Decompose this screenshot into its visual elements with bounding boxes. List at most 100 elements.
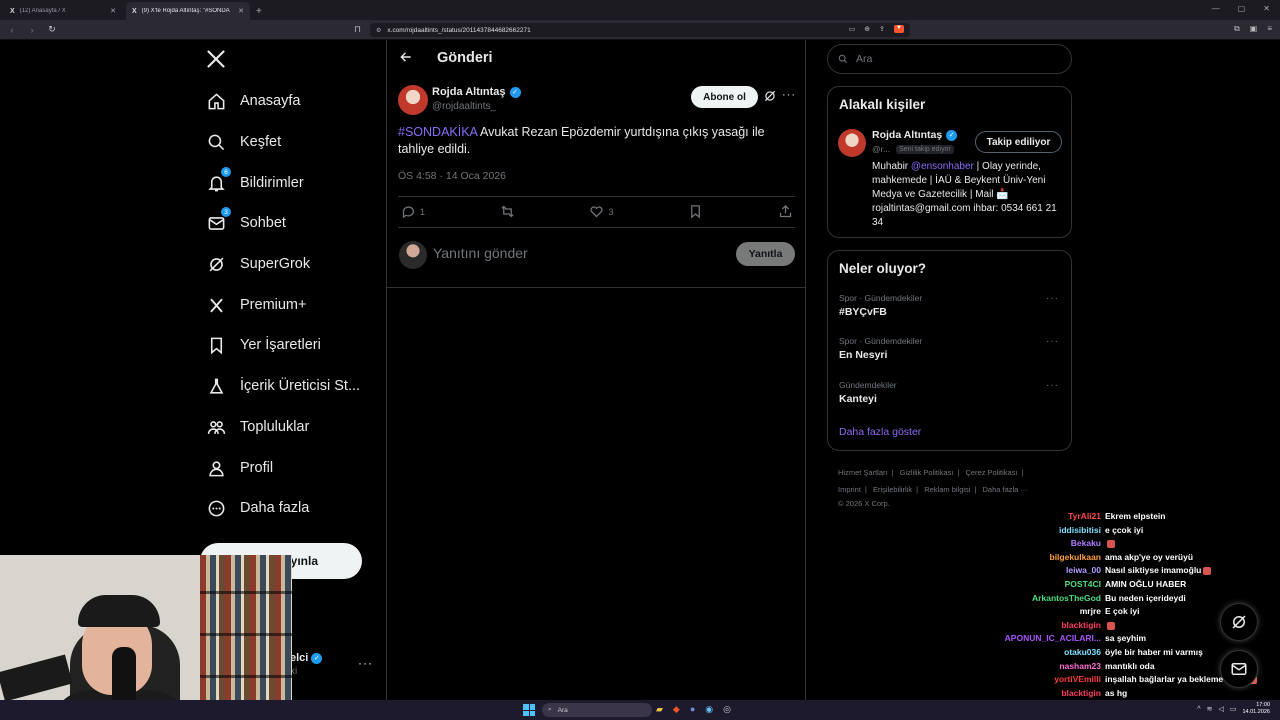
obs-icon[interactable]: ◎ [723, 704, 731, 715]
nav-item-profile[interactable]: Profil [206, 453, 273, 483]
footer-link[interactable]: Erişilebilirlik [873, 485, 912, 494]
grok-floating-button[interactable] [1220, 603, 1258, 641]
file-explorer-icon[interactable]: ▰ [656, 704, 663, 715]
chat-username[interactable]: ArkantosTheGod [990, 593, 1105, 603]
menu-icon[interactable]: ≡ [1267, 24, 1272, 34]
trend-name[interactable]: Kanteyi [839, 393, 877, 405]
search-input[interactable]: Ara [827, 44, 1072, 74]
x-logo-icon[interactable] [206, 49, 226, 75]
nav-item-more[interactable]: Daha fazla [206, 493, 309, 523]
chat-username[interactable]: blacktigin [990, 620, 1105, 630]
footer-link[interactable]: Hizmet Şartları [838, 468, 888, 477]
author-handle[interactable]: @rojdaaltints_ [432, 101, 496, 112]
share-action[interactable] [778, 204, 793, 219]
nav-item-explore[interactable]: Keşfet [206, 127, 281, 157]
close-window-icon[interactable]: ✕ [1263, 4, 1270, 13]
footer-link[interactable]: Daha fazla ··· [983, 485, 1028, 494]
nav-item-notifications[interactable]: 6 Bildirimler [206, 167, 304, 198]
footer-link[interactable]: Reklam bilgisi [924, 485, 970, 494]
extensions-icon[interactable]: ⧉ [1234, 24, 1240, 34]
brave-shield-icon[interactable]: ▼ [894, 25, 904, 33]
volume-icon[interactable]: ◁ [1218, 705, 1223, 713]
site-settings-icon[interactable]: ⚙ [376, 27, 381, 34]
close-tab-icon[interactable]: ✕ [110, 7, 116, 15]
zoom-icon[interactable]: ⊕ [864, 25, 870, 33]
reply-action[interactable]: 1 [401, 204, 425, 219]
back-icon[interactable]: ‹ [4, 25, 20, 35]
chat-username[interactable]: iddisibitisi [990, 525, 1105, 535]
chat-username[interactable]: leiwa_00 [990, 565, 1105, 575]
chat-username[interactable]: bilgekulkaan [990, 552, 1105, 562]
trend-name[interactable]: En Nesyri [839, 349, 887, 361]
maximize-icon[interactable]: ▢ [1238, 4, 1246, 13]
tweet-timestamp[interactable]: ÖS 4:58 · 14 Oca 2026 [398, 170, 506, 182]
chat-username[interactable]: POST4CI [990, 579, 1105, 589]
reply-input[interactable]: Yanıtını gönder [433, 245, 528, 261]
browser-tab-post[interactable]: X (9) X'te Rojda Altıntaş: "#SONDA ✕ [126, 2, 250, 20]
forward-icon[interactable]: › [24, 25, 40, 35]
address-bar[interactable]: ⚙ x.com/rojdaaltints_/status/20114378446… [370, 23, 910, 37]
clock[interactable]: 17:00 14.01.2026 [1242, 702, 1270, 716]
footer-link[interactable]: Imprint [838, 485, 861, 494]
taskbar-search[interactable]: ⌕ Ara [542, 703, 652, 717]
discord-icon[interactable]: ● [690, 704, 695, 715]
nav-item-communities[interactable]: Topluluklar [206, 412, 309, 442]
trend-more-icon[interactable]: ··· [1046, 380, 1059, 391]
account-switcher[interactable]: elci ✓ [290, 652, 323, 664]
show-more-link[interactable]: Daha fazla göster [839, 426, 921, 438]
chat-username[interactable]: Bekaku [990, 538, 1105, 548]
nav-item-premium[interactable]: Premium+ [206, 290, 306, 320]
browser-tab-home[interactable]: X (12) Anasayfa / X ✕ [4, 2, 122, 20]
grok-explain-icon[interactable] [763, 89, 777, 103]
nav-item-creator-studio[interactable]: İçerik Üreticisi St... [206, 371, 360, 401]
wallet-icon[interactable]: ▣ [1250, 24, 1258, 34]
new-tab-button[interactable]: + [256, 6, 262, 20]
reload-icon[interactable]: ↻ [44, 24, 60, 35]
more-options-icon[interactable]: ··· [782, 89, 796, 101]
nav-item-bookmarks[interactable]: Yer İşaretleri [206, 330, 321, 360]
share-icon[interactable]: ⇪ [879, 25, 885, 33]
steam-icon[interactable]: ◉ [705, 704, 713, 715]
bio-mention-link[interactable]: @ensonhaber [911, 161, 974, 172]
close-tab-icon[interactable]: ✕ [238, 7, 244, 15]
chat-username[interactable]: nasham23 [990, 661, 1105, 671]
back-arrow-icon[interactable] [399, 50, 413, 67]
author-name-link[interactable]: Rojda Altıntaş ✓ [432, 86, 521, 98]
nav-item-supergrok[interactable]: SuperGrok [206, 249, 310, 279]
wifi-icon[interactable]: ≋ [1207, 705, 1213, 713]
start-button[interactable] [523, 704, 535, 716]
footer-link[interactable]: Gizlilik Politikası [900, 468, 954, 477]
subscribe-button[interactable]: Abone ol [691, 86, 758, 108]
trend-more-icon[interactable]: ··· [1046, 293, 1059, 304]
brave-browser-icon[interactable]: ◆ [673, 704, 680, 715]
hashtag-link[interactable]: #SONDAKİKA [398, 125, 477, 139]
chat-username[interactable]: TyrAli21 [990, 511, 1105, 521]
nav-item-home[interactable]: Anasayfa [206, 86, 300, 116]
nav-item-messages[interactable]: 3 Sohbet [206, 207, 286, 238]
trend-name[interactable]: #BYÇvFB [839, 306, 887, 318]
cast-icon[interactable]: ▭ [849, 25, 856, 33]
reply-button[interactable]: Yanıtla [736, 242, 795, 266]
messages-floating-button[interactable] [1220, 650, 1258, 688]
related-avatar[interactable] [838, 129, 866, 157]
bookmark-action[interactable] [688, 204, 703, 219]
chat-username[interactable]: APONUN_IC_ACILARI... [990, 633, 1105, 643]
author-avatar[interactable] [398, 85, 428, 115]
minimize-icon[interactable]: — [1212, 4, 1220, 13]
bookmark-page-icon[interactable]: ⊓ [354, 24, 361, 35]
repost-action[interactable] [500, 204, 515, 219]
extension-icons: ⧉ ▣ ≡ [1234, 24, 1272, 34]
like-action[interactable]: 3 [589, 204, 614, 219]
chat-username[interactable]: blacktigin [990, 688, 1105, 698]
related-handle[interactable]: @r... [872, 144, 890, 154]
chat-username[interactable]: yortiVEmilli [990, 674, 1105, 684]
footer-link[interactable]: Çerez Politikası [965, 468, 1017, 477]
following-button[interactable]: Takip ediliyor [975, 131, 1062, 153]
battery-icon[interactable]: ▭ [1230, 705, 1237, 713]
chat-username[interactable]: otaku036 [990, 647, 1105, 657]
related-name-link[interactable]: Rojda Altıntaş ✓ [872, 129, 958, 141]
tray-arrow-icon[interactable]: ^ [1197, 706, 1200, 713]
trend-more-icon[interactable]: ··· [1046, 336, 1059, 347]
account-more-icon[interactable]: ··· [358, 656, 373, 670]
chat-username[interactable]: mrjre [990, 606, 1105, 616]
